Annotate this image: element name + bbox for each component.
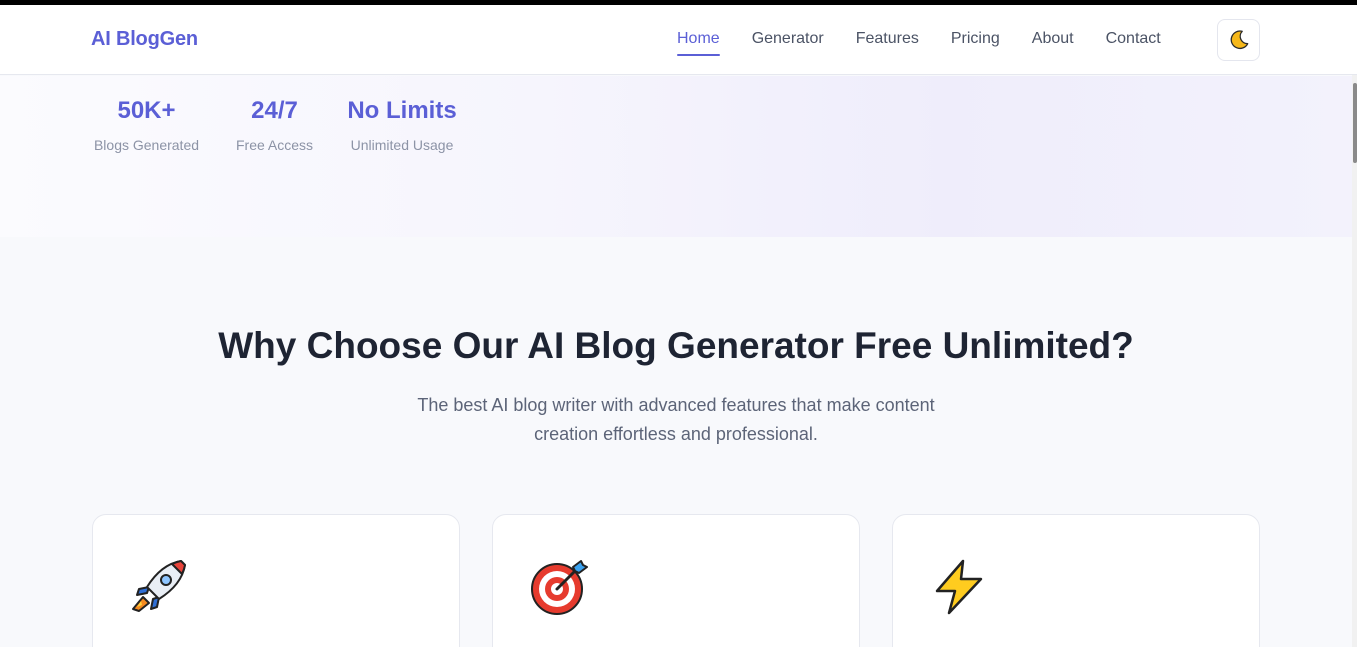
theme-toggle-button[interactable] [1217, 19, 1260, 61]
feature-card [92, 514, 460, 647]
feature-card [492, 514, 860, 647]
scrollbar-thumb[interactable] [1353, 83, 1357, 163]
stat-value: 50K+ [117, 97, 176, 124]
nav-link-features[interactable]: Features [856, 30, 919, 56]
features-subtitle: The best AI blog writer with advanced fe… [417, 395, 935, 444]
page-scrollbar[interactable] [1352, 75, 1357, 647]
stat-value: 24/7 [251, 97, 298, 124]
moon-icon [1230, 30, 1248, 50]
feature-card [892, 514, 1260, 647]
nav-links: Home Generator Features Pricing About Co… [677, 30, 1193, 56]
stat-unlimited-usage: No Limits Unlimited Usage [347, 97, 457, 153]
lightning-icon [935, 559, 983, 615]
stat-label: Unlimited Usage [350, 137, 454, 153]
stat-label: Free Access [235, 137, 314, 153]
stat-label: Blogs Generated [93, 137, 200, 153]
logo[interactable]: AI BlogGen [91, 28, 198, 51]
stat-value: No Limits [347, 97, 457, 124]
navbar: AI BlogGen Home Generator Features Prici… [0, 5, 1357, 75]
features-title: Why Choose Our AI Blog Generator Free Un… [218, 325, 1134, 366]
nav-link-about[interactable]: About [1032, 30, 1074, 56]
nav-link-home[interactable]: Home [677, 30, 720, 56]
stat-free-access: 24/7 Free Access [233, 97, 316, 153]
nav-link-pricing[interactable]: Pricing [951, 30, 1000, 56]
nav-link-contact[interactable]: Contact [1106, 30, 1161, 56]
stat-blogs-generated: 50K+ Blogs Generated [91, 97, 202, 153]
features-section: Why Choose Our AI Blog Generator Free Un… [0, 237, 1352, 647]
target-icon [531, 560, 588, 615]
hero-section: 50K+ Blogs Generated 24/7 Free Access No… [0, 76, 1352, 237]
nav-link-generator[interactable]: Generator [752, 30, 824, 56]
rocket-icon [132, 560, 186, 612]
